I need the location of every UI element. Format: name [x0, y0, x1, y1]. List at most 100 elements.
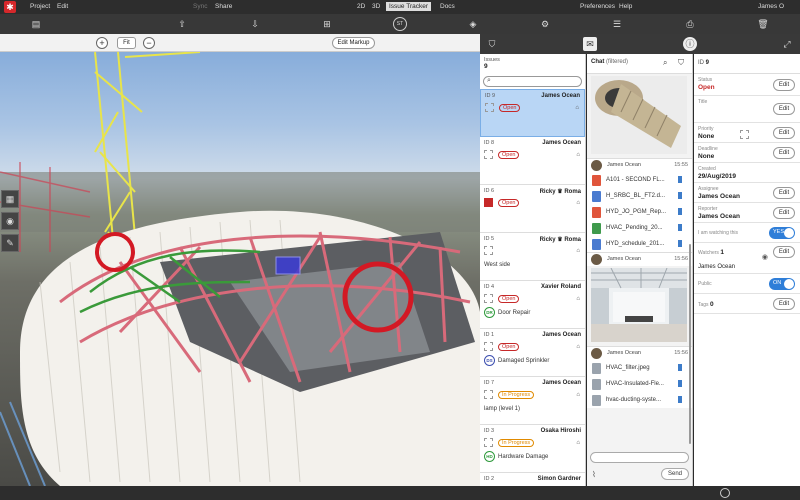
menu-preferences[interactable]: Preferences — [580, 3, 615, 10]
camera-icon[interactable]: ◉ — [1, 212, 19, 230]
menu-share[interactable]: Share — [215, 3, 232, 10]
filter-icon[interactable]: ⛉ — [485, 37, 499, 51]
status-bar — [0, 486, 800, 500]
chat-filter-icon[interactable]: ⛉ — [678, 58, 684, 68]
download-icon[interactable] — [678, 364, 682, 371]
issue-list-item[interactable]: ID 6 Ricky ♛ Roma Open ⌂ — [480, 185, 585, 233]
menu-2d[interactable]: 2D — [357, 3, 365, 10]
download-icon[interactable] — [678, 380, 682, 387]
menu-project[interactable]: Project — [30, 3, 50, 10]
issue-list-item[interactable]: ID 9 James Ocean Open ⌂ — [480, 89, 585, 137]
edit-button[interactable]: Edit — [773, 246, 795, 258]
attachment-item[interactable]: hvac-ducting-syste... — [587, 392, 692, 408]
zoom-out-button[interactable]: − — [143, 37, 155, 49]
file-icon — [592, 175, 601, 186]
user-menu[interactable]: James O — [758, 3, 784, 10]
menu-docs[interactable]: Docs — [440, 3, 455, 10]
edit-button[interactable]: Edit — [773, 126, 795, 139]
attachment-item[interactable]: HVAC-Insulated-Fle... — [587, 376, 692, 392]
edit-button[interactable]: Edit — [773, 103, 795, 115]
toggle-switch[interactable]: ON — [769, 277, 795, 290]
menu-3d[interactable]: 3D — [372, 3, 380, 10]
issues-search-input[interactable]: ⌕ — [483, 76, 582, 87]
download-icon[interactable]: ⇩ — [248, 17, 262, 31]
download-icon[interactable] — [678, 240, 682, 247]
issue-list-item[interactable]: ID 7 James Ocean In Progress ⌂ lamp (level 1… — [480, 377, 585, 425]
trash-icon[interactable]: 🗑 — [756, 17, 770, 31]
app-logo-icon[interactable]: ✱ — [4, 1, 16, 13]
list-icon[interactable]: ☰ — [610, 17, 624, 31]
layers-icon[interactable]: ▦ — [1, 190, 19, 208]
camera-icon[interactable]: ⌂ — [576, 392, 580, 398]
issue-list-item[interactable]: ID 4 Xavier Roland Open ⌂ DR Door Repair — [480, 281, 585, 329]
chat-message-input[interactable] — [590, 452, 689, 463]
attachment-item[interactable]: A101 - SECOND FL... — [587, 172, 692, 188]
menu-help[interactable]: Help — [619, 3, 632, 10]
camera-icon[interactable]: ⌂ — [576, 344, 580, 350]
model-viewer[interactable]: + Fit − Edit Markup ▦ ◉ ✎ — [0, 34, 480, 486]
attach-icon[interactable]: ⌇ — [592, 470, 596, 479]
camera-icon[interactable]: ⌂ — [576, 440, 580, 446]
camera-icon[interactable]: ⌂ — [576, 200, 580, 206]
issue-list-item[interactable]: ID 2Simon GardnerIn Progress⌂ — [480, 473, 585, 486]
attachment-item[interactable]: HVAC_filter.jpeg — [587, 360, 692, 376]
download-icon[interactable] — [678, 396, 682, 403]
tag-icon[interactable]: ◈ — [466, 17, 480, 31]
download-icon[interactable] — [678, 192, 682, 199]
file-icon — [592, 223, 601, 234]
menu-sync[interactable]: Sync — [193, 3, 207, 10]
zoom-in-button[interactable]: + — [96, 37, 108, 49]
issue-list-item[interactable]: ID 8 James Ocean Open ⌂ — [480, 137, 585, 185]
attachment-item[interactable]: HYD_schedule_201... — [587, 236, 692, 252]
add-comment-icon[interactable]: ⊞ — [320, 17, 334, 31]
fit-button[interactable]: Fit — [117, 37, 136, 49]
print-icon[interactable]: ⎙ — [683, 17, 697, 31]
priority-badge — [484, 198, 493, 207]
chat-search-icon[interactable]: ⌕ — [663, 58, 667, 68]
attachment-item[interactable]: HVAC_Pending_20... — [587, 220, 692, 236]
camera-icon[interactable]: ⌂ — [576, 248, 580, 254]
grid-icon[interactable] — [720, 488, 730, 498]
chat-image-office[interactable] — [591, 267, 687, 342]
chat-image-hvac-duct[interactable] — [591, 76, 687, 154]
issue-owner: James Ocean — [542, 332, 581, 338]
edit-markup-button[interactable]: Edit Markup — [332, 37, 375, 49]
document-icon[interactable]: ▤ — [29, 17, 43, 31]
download-icon[interactable] — [678, 176, 682, 183]
issue-owner: Ricky ♛ Roma — [539, 189, 581, 195]
download-icon[interactable] — [678, 208, 682, 215]
issue-list-item[interactable]: ID 5 Ricky ♛ Roma ⌂ West side — [480, 233, 585, 281]
menu-edit[interactable]: Edit — [57, 3, 68, 10]
send-button[interactable]: Send — [661, 468, 689, 480]
toggle-switch[interactable]: YES — [769, 226, 795, 239]
edit-button[interactable]: Edit — [773, 186, 795, 199]
upload-icon[interactable]: ⇧ — [175, 17, 189, 31]
attachment-item[interactable]: H_SRBC_BL_FT2.d... — [587, 188, 692, 204]
edit-button[interactable]: Edit — [773, 206, 795, 219]
edit-button[interactable]: Edit — [773, 78, 795, 91]
point-cloud-scene[interactable] — [0, 52, 480, 486]
details-id-value: 9 — [705, 60, 710, 66]
st-icon[interactable]: ST — [393, 17, 407, 31]
expand-icon[interactable]: ⤢ — [780, 37, 794, 51]
priority-badge — [740, 130, 749, 139]
edit-button[interactable]: Edit — [773, 146, 795, 159]
edit-button[interactable]: Edit — [773, 297, 795, 310]
issue-list-item[interactable]: ID 3 Osaka Hiroshi In Progress ⌂ HD Hardware … — [480, 425, 585, 473]
attachment-item[interactable]: HYD_JO_PGM_Rep... — [587, 204, 692, 220]
chat-toggle-icon[interactable]: ✉ — [583, 37, 597, 51]
chat-scrollbar[interactable] — [689, 244, 691, 444]
pen-icon[interactable]: ✎ — [1, 234, 19, 252]
category-avatar: DR — [484, 307, 495, 318]
camera-icon[interactable]: ⌂ — [575, 105, 579, 111]
eye-icon[interactable]: ◉ — [762, 253, 768, 261]
info-icon[interactable]: ⓘ — [683, 37, 697, 51]
camera-icon[interactable]: ⌂ — [576, 296, 580, 302]
menu-issue-tracker[interactable]: Issue Tracker — [386, 2, 432, 11]
camera-icon[interactable]: ⌂ — [576, 152, 580, 158]
download-icon[interactable] — [678, 224, 682, 231]
details-id-label: ID — [698, 60, 704, 66]
settings-icon[interactable]: ⚙ — [538, 17, 552, 31]
issue-list-item[interactable]: ID 1 James Ocean Open ⌂ DS Damaged Sprinkler — [480, 329, 585, 377]
file-icon — [592, 191, 601, 202]
